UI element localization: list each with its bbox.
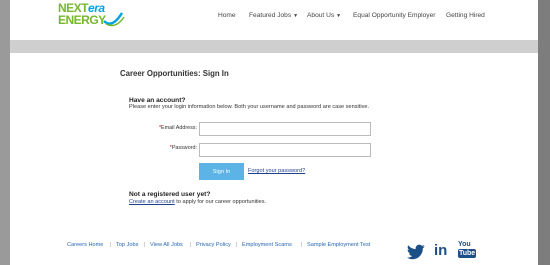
email-label: *Email Address:: [158, 125, 197, 131]
sign-in-button[interactable]: Sign In: [199, 163, 244, 180]
main-nav: Home Featured Jobs ▼ About Us ▼ Equal Oppo…: [10, 12, 538, 24]
password-label: *Password:: [169, 145, 197, 151]
footer-link-employment-scams[interactable]: Employment Scams: [242, 242, 292, 248]
footer-separator: |: [301, 242, 303, 248]
youtube-icon[interactable]: You Tube: [458, 241, 476, 263]
nav-item-about-us[interactable]: About Us ▼: [307, 12, 341, 19]
nav-item-home[interactable]: Home: [218, 12, 236, 19]
nav-item-getting-hired[interactable]: Getting Hired: [446, 12, 485, 19]
footer-link-sample-employment-test[interactable]: Sample Employment Test: [307, 242, 370, 248]
nav-item-featured-jobs[interactable]: Featured Jobs ▼: [249, 12, 298, 19]
right-gutter: [538, 0, 550, 265]
footer-link-view-all-jobs[interactable]: View All Jobs: [150, 242, 183, 248]
twitter-icon[interactable]: [406, 244, 426, 260]
footer-separator: |: [236, 242, 238, 248]
chevron-down-icon: ▼: [293, 13, 299, 19]
header-band: [10, 40, 538, 53]
chevron-down-icon: ▼: [336, 13, 342, 19]
forgot-password-link[interactable]: Forgot your password?: [248, 168, 305, 174]
footer-link-privacy-policy[interactable]: Privacy Policy: [196, 242, 231, 248]
header: NEXTera ENERGY Home Featured Jobs ▼ About…: [10, 0, 538, 40]
footer-link-careers-home[interactable]: Careers Home: [67, 242, 103, 248]
footer-separator: |: [110, 242, 112, 248]
not-registered-heading: Not a registered user yet?: [129, 191, 211, 198]
have-account-heading: Have an account?: [129, 97, 186, 104]
page-title: Career Opportunities: Sign In: [120, 69, 229, 78]
email-field[interactable]: [199, 122, 371, 136]
create-account-line: Create an account to apply for our caree…: [129, 199, 267, 205]
login-instructions: Please enter your login information belo…: [129, 104, 370, 110]
nav-item-equal-opportunity[interactable]: Equal Opportunity Employer: [353, 12, 435, 19]
create-account-link[interactable]: Create an account: [129, 199, 175, 205]
password-field[interactable]: [199, 143, 371, 157]
linkedin-icon[interactable]: in: [434, 242, 447, 259]
footer-separator: |: [144, 242, 146, 248]
footer-separator: |: [190, 242, 192, 248]
page: NEXTera ENERGY Home Featured Jobs ▼ About…: [10, 0, 538, 265]
footer-link-top-jobs[interactable]: Top Jobs: [116, 242, 138, 248]
